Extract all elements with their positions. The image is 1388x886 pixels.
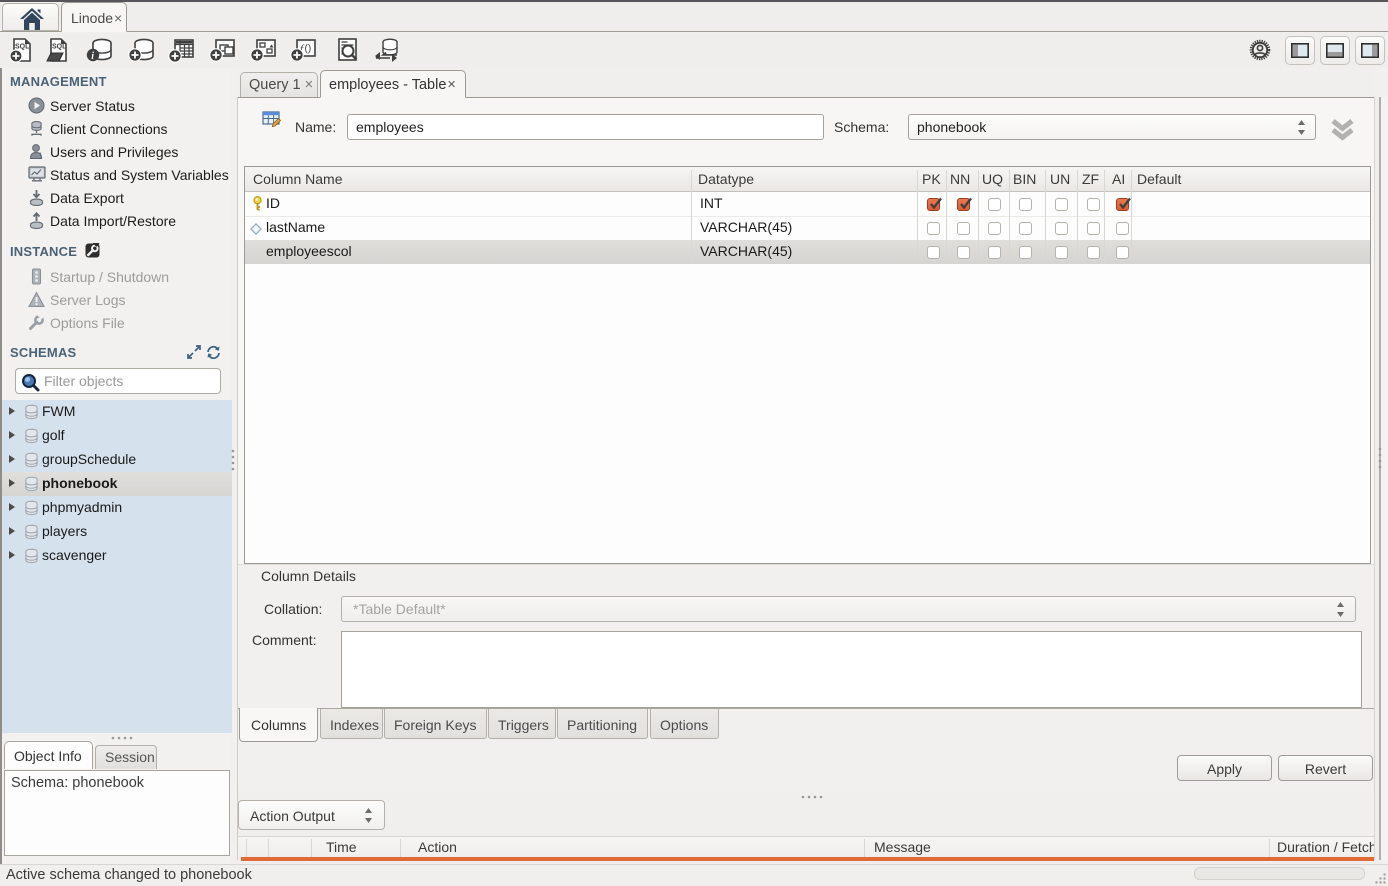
- svg-text:(): (): [305, 44, 312, 55]
- svg-text:SQL: SQL: [15, 44, 30, 51]
- svg-text:SQL: SQL: [52, 44, 67, 51]
- svg-text:i: i: [91, 51, 94, 62]
